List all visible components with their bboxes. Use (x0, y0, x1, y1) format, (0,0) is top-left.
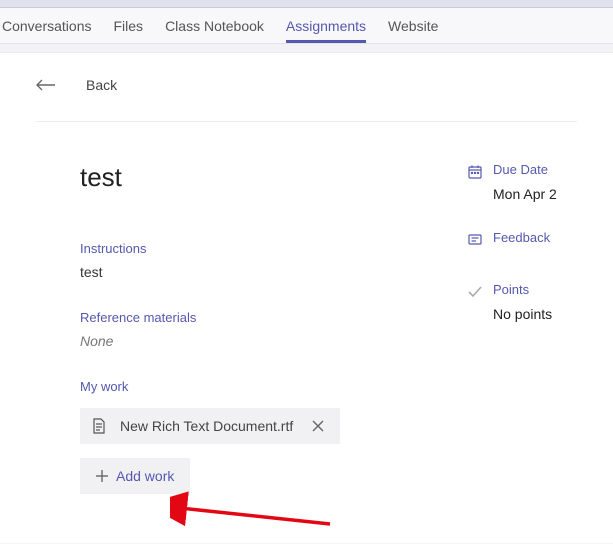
back-arrow-icon (36, 79, 56, 91)
window-top-strip (0, 0, 613, 8)
add-work-button[interactable]: Add work (80, 458, 190, 494)
due-date-value: Mon Apr 2 (493, 186, 577, 202)
calendar-icon (467, 164, 483, 180)
tab-files[interactable]: Files (114, 9, 144, 43)
due-date-row: Due Date (467, 162, 577, 180)
assignment-title: test (80, 162, 427, 193)
content-area: test Instructions test Reference materia… (36, 122, 577, 494)
reference-materials-value: None (80, 333, 427, 349)
document-icon (92, 418, 108, 434)
tab-assignments[interactable]: Assignments (286, 9, 366, 43)
back-button[interactable]: Back (36, 77, 577, 122)
assignment-page: Back test Instructions test Reference ma… (0, 52, 613, 543)
left-column: test Instructions test Reference materia… (80, 162, 427, 494)
my-work-label: My work (80, 379, 427, 394)
points-label: Points (493, 282, 529, 297)
due-date-label: Due Date (493, 162, 548, 177)
tab-website[interactable]: Website (388, 9, 438, 43)
points-value: No points (493, 306, 577, 322)
reference-materials-label: Reference materials (80, 310, 427, 325)
tab-bar: Conversations Files Class Notebook Assig… (0, 8, 613, 44)
points-row: Points (467, 282, 577, 300)
tab-class-notebook[interactable]: Class Notebook (165, 9, 264, 43)
attached-file-chip[interactable]: New Rich Text Document.rtf (80, 408, 340, 444)
tab-conversations[interactable]: Conversations (2, 9, 92, 43)
instructions-value: test (80, 264, 427, 280)
remove-file-icon[interactable] (308, 418, 328, 434)
back-label: Back (86, 77, 117, 93)
add-work-label: Add work (116, 468, 174, 484)
feedback-label: Feedback (493, 230, 550, 245)
feedback-row[interactable]: Feedback (467, 230, 577, 248)
spacer-strip (0, 44, 613, 52)
plus-icon (96, 470, 108, 482)
instructions-label: Instructions (80, 241, 427, 256)
checkmark-icon (467, 284, 483, 300)
feedback-icon (467, 232, 483, 248)
attached-file-name: New Rich Text Document.rtf (120, 418, 296, 434)
right-column: Due Date Mon Apr 2 Feedback (467, 162, 577, 494)
